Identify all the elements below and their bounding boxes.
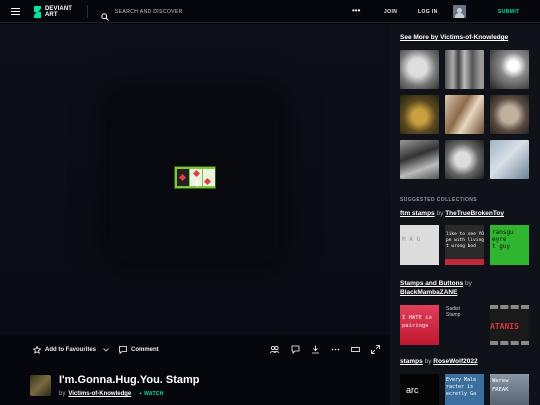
collection-thumbnail[interactable]: M A G [400,225,439,265]
more-by-thumbnail[interactable] [490,95,529,134]
badge-icon[interactable] [291,345,300,354]
more-by-thumbnail[interactable] [490,50,529,89]
more-by-thumbnail[interactable] [445,140,484,179]
author-avatar[interactable] [30,375,51,396]
artwork-image[interactable] [174,166,216,189]
deviation-header: I'm.Gonna.Hug.You. Stamp by Victims-of-Kn… [0,365,390,405]
author-link[interactable]: Victims-of-Knowledge [68,391,131,397]
more-by-thumbnail[interactable] [400,50,439,89]
menu-icon[interactable] [11,8,20,15]
search-bar[interactable] [101,6,235,21]
by-label: by [465,280,472,287]
deviantart-logo[interactable]: DEVIANT ART [33,5,72,19]
deviantart-logo-icon [33,6,42,18]
collection-owner[interactable]: RoseWolf2022 [433,358,477,365]
collection-thumbnail[interactable]: Every Male racter is ecretly Ga [445,374,484,405]
more-by-thumbnail[interactable] [400,95,439,134]
add-to-favourites-button[interactable]: Add to Favourites [33,346,113,354]
user-avatar-icon[interactable] [453,5,466,18]
collection-thumbnail[interactable]: like to see YO pe with living t wrong bo… [445,225,484,265]
collection-thumbnail[interactable]: arc [400,374,439,405]
more-options-button[interactable]: ••• [352,7,360,15]
theater-mode-icon[interactable] [351,345,360,354]
join-link[interactable]: JOIN [384,9,397,15]
more-by-thumbnail[interactable] [445,95,484,134]
collection-name[interactable]: stamps [400,358,423,365]
top-navigation-bar: DEVIANT ART ••• JOIN LOG IN SUBMIT [0,0,540,23]
collection-name[interactable]: ftm stamps [400,210,435,217]
submit-button[interactable]: SUBMIT [498,9,520,15]
more-options-icon[interactable] [331,345,340,354]
comment-icon [119,346,127,354]
byline: by Victims-of-Knowledge + WATCH [59,391,164,397]
comment-button[interactable]: Comment [119,346,159,354]
action-bar: Add to Favourites Comment [0,335,390,365]
group-icon[interactable] [270,345,279,354]
watch-button[interactable]: + WATCH [139,391,163,397]
collection-owner[interactable]: TheTrueBrokenToy [445,210,504,217]
search-input[interactable] [115,8,235,15]
comment-label: Comment [131,347,159,353]
artwork-stage [0,24,390,335]
download-icon[interactable] [311,345,320,354]
see-more-link[interactable]: See More by Victims-of-Knowledge [400,34,508,41]
divider [87,5,88,18]
by-label: by [424,358,432,365]
fullscreen-icon[interactable] [371,345,380,354]
more-by-thumbnail[interactable] [445,50,484,89]
by-label: by [436,210,444,217]
collection-title[interactable]: Stamps and Buttons by BlackMambaZANE [400,279,535,297]
more-by-thumbnail[interactable] [400,140,439,179]
more-by-thumbnail[interactable] [490,140,529,179]
by-label: by [59,391,66,397]
collection-name[interactable]: Stamps and Buttons [400,280,463,287]
collection-thumbnail[interactable]: ATANIS [490,305,529,345]
chevron-down-icon[interactable] [103,348,109,352]
login-link[interactable]: LOG IN [418,9,438,15]
sidebar: See More by Victims-of-Knowledge SUGGEST… [390,24,540,405]
deviation-title: I'm.Gonna.Hug.You. Stamp [59,374,200,386]
collection-thumbnail[interactable]: Sadist Stamp [445,305,484,345]
logo-text-line2: ART [45,12,58,18]
collection-title[interactable]: ftm stamps by TheTrueBrokenToy [400,210,504,217]
favourite-label: Add to Favourites [45,347,97,353]
collection-thumbnail[interactable]: ransgu eyre t guy [490,225,529,265]
logo-text: DEVIANT ART [45,6,72,18]
collection-thumbnail[interactable]: Werew FREAK [490,374,529,405]
suggested-collections-heading: SUGGESTED COLLECTIONS [400,197,478,203]
collection-thumbnail[interactable]: I HATE in pairings [400,305,439,345]
collection-owner[interactable]: BlackMambaZANE [400,289,457,296]
search-icon[interactable] [101,8,109,21]
star-icon [33,346,41,354]
collection-title[interactable]: stamps by RoseWolf2022 [400,358,478,365]
artwork-frame [111,94,279,262]
